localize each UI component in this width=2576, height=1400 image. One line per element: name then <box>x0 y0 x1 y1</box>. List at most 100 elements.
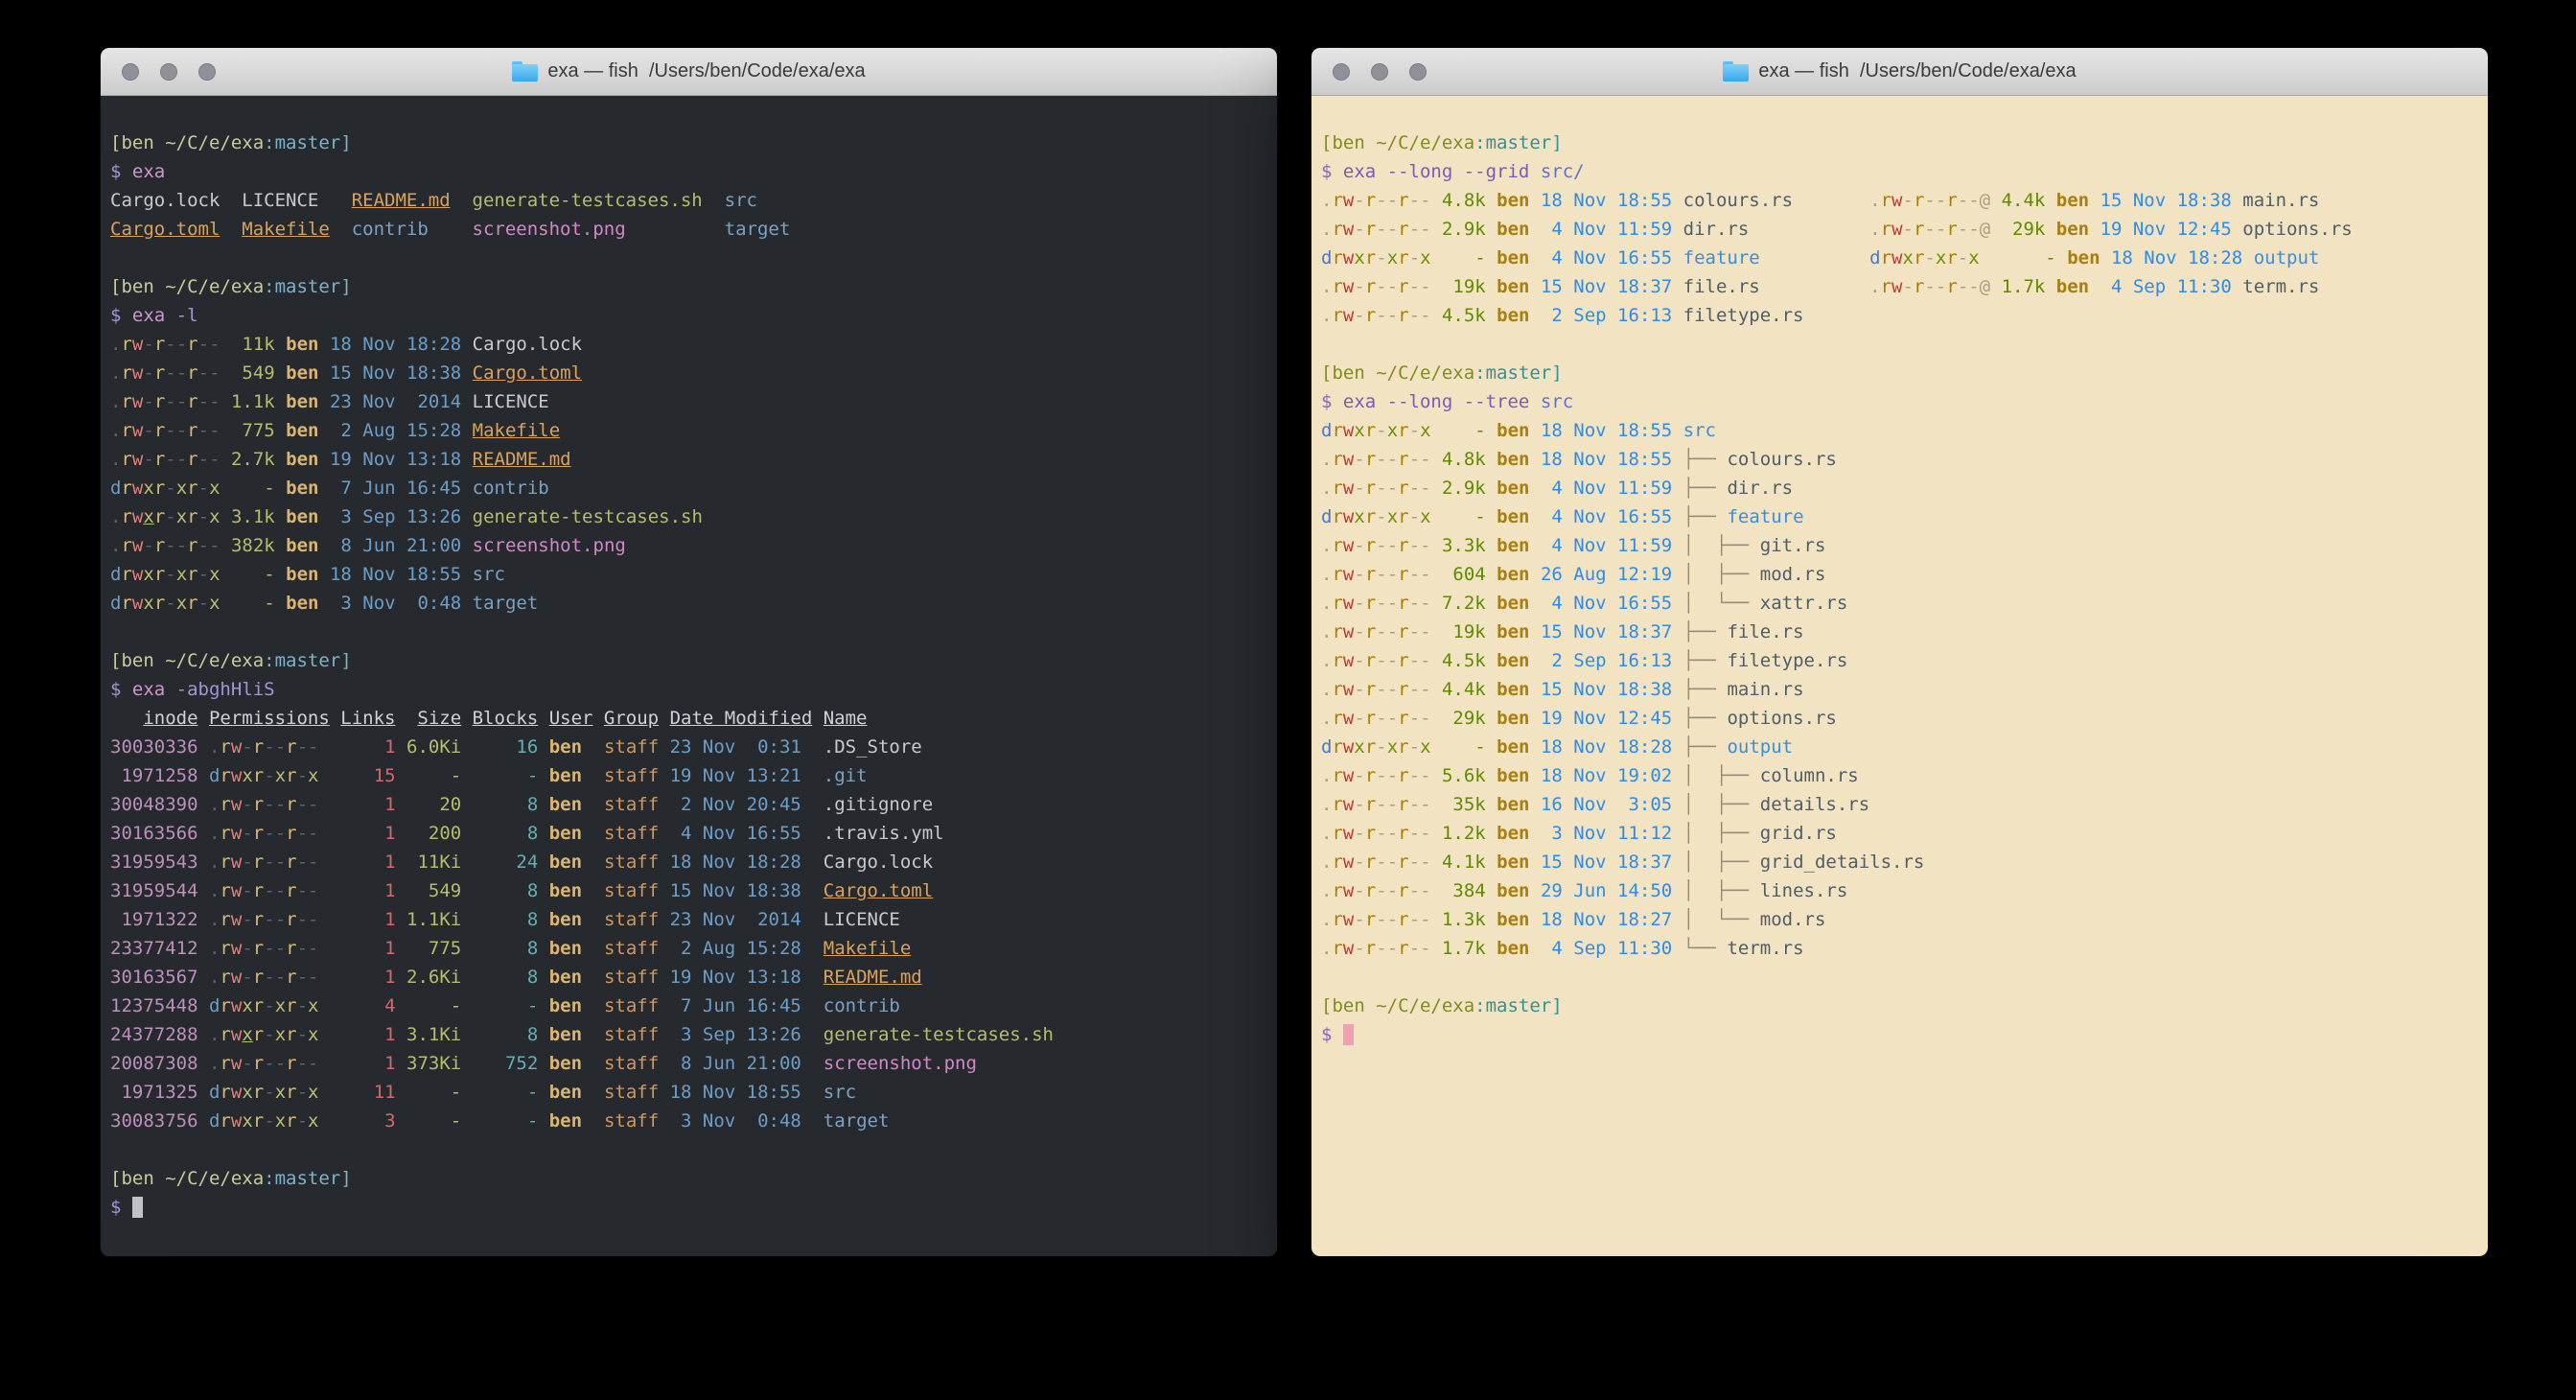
zoom-button[interactable] <box>1409 63 1427 81</box>
text-run: 4 Sep 11:30 <box>2089 276 2232 297</box>
text-run: filetype.rs <box>1727 650 1847 671</box>
text-run: src <box>1529 391 1573 412</box>
permission-char: - <box>198 391 209 412</box>
permission-char: r <box>220 1024 230 1045</box>
permission-char: - <box>198 535 209 556</box>
permission-char: w <box>1343 621 1354 642</box>
text-run: $ <box>1321 161 1343 182</box>
text-run <box>461 564 472 585</box>
permission-char: - <box>209 449 220 470</box>
terminal-line: .rw-r--r-- 1.1k ben 23 Nov 2014 LICENCE <box>110 387 1271 416</box>
permission-char: r <box>1332 190 1342 211</box>
window-controls <box>122 48 216 95</box>
permission-char: x <box>176 506 187 527</box>
text-run: LICENCE <box>242 190 318 211</box>
text-run: contrib <box>473 478 549 499</box>
text-run: file.rs <box>1727 621 1803 642</box>
permission-char: r <box>1398 794 1408 815</box>
terminal-line: Cargo.toml Makefile contrib screenshot.p… <box>110 215 1271 244</box>
permission-char: - <box>1958 276 1968 297</box>
permission-char: x <box>1387 736 1398 758</box>
permission-char: . <box>209 909 220 930</box>
terminal-line: .rw-r--r-- 604 ben 26 Aug 12:19 │ ├── mo… <box>1321 560 2482 589</box>
permission-char: x <box>1420 420 1430 441</box>
text-run: 7 Jun 16:45 <box>319 478 462 499</box>
text-run: ben <box>538 1053 582 1074</box>
permission-char: x <box>176 593 187 614</box>
text-run: 3.1k <box>220 506 275 527</box>
text-run: - <box>1980 247 2056 268</box>
permission-char: r <box>220 823 230 844</box>
minimize-button[interactable] <box>160 63 177 81</box>
text-run: screenshot.png <box>473 535 626 556</box>
permission-char: - <box>264 823 274 844</box>
text-run: 7 Jun 16:45 <box>659 995 801 1016</box>
permission-char: - <box>1420 794 1430 815</box>
terminal-screen-dark[interactable]: [ben ~/C/e/exa:master]$ exaCargo.lock LI… <box>101 96 1277 1256</box>
permission-char: - <box>264 765 274 786</box>
text-run <box>1672 478 1683 499</box>
terminal-line: .rwxr-xr-x 3.1k ben 3 Sep 13:26 generate… <box>110 502 1271 531</box>
permission-char: w <box>1343 679 1354 700</box>
text-run: --long --grid <box>1376 161 1529 182</box>
zoom-button[interactable] <box>198 63 216 81</box>
text-run <box>1749 219 1869 240</box>
permission-char: r <box>154 478 165 499</box>
permission-char: d <box>1321 247 1332 268</box>
text-run <box>2242 247 2253 268</box>
close-button[interactable] <box>1333 63 1350 81</box>
permission-char: - <box>165 420 175 441</box>
permission-char: . <box>1321 535 1332 556</box>
permission-char: - <box>198 449 209 470</box>
text-run: ben <box>1486 765 1530 786</box>
text-run: Permissions <box>209 708 330 729</box>
permission-char: - <box>1354 564 1364 585</box>
text-run: filetype.rs <box>1683 305 1804 326</box>
permission-char: r <box>1332 420 1342 441</box>
permission-char: r <box>1332 765 1342 786</box>
text-run: 16 <box>461 736 538 758</box>
permission-char: @ <box>1980 276 1990 297</box>
permission-char: - <box>198 593 209 614</box>
permission-char: - <box>297 794 308 815</box>
permission-char: r <box>220 938 230 959</box>
permission-char: . <box>1321 564 1332 585</box>
permission-char: r <box>1398 650 1408 671</box>
text-run <box>592 708 603 729</box>
text-run: ben <box>538 1082 582 1103</box>
permission-char: w <box>1343 535 1354 556</box>
text-run: exa <box>132 161 165 182</box>
permission-char: - <box>1409 852 1420 873</box>
text-run: colours.rs <box>1683 190 1793 211</box>
close-button[interactable] <box>122 63 139 81</box>
text-run <box>220 190 242 211</box>
permission-char: - <box>1409 478 1420 499</box>
terminal-screen-light[interactable]: [ben ~/C/e/exa:master]$ exa --long --gri… <box>1311 96 2488 1256</box>
text-run: 18 Nov 18:27 <box>1530 909 1673 930</box>
text-run: 19k <box>1431 276 1486 297</box>
terminal-line: [ben ~/C/e/exa:master] <box>110 646 1271 675</box>
text-run: $ <box>110 1197 132 1218</box>
text-run <box>538 708 548 729</box>
titlebar[interactable]: exa — fish /Users/ben/Code/exa/exa <box>101 48 1277 96</box>
terminal-line: 30030336 .rw-r--r-- 1 6.0Ki 16 ben staff… <box>110 733 1271 761</box>
permission-char: - <box>1958 247 1968 268</box>
permission-char: - <box>1420 823 1430 844</box>
text-run <box>1672 708 1683 729</box>
text-run: grid.rs <box>1760 823 1837 844</box>
permission-char: r <box>286 938 296 959</box>
text-run: :master] <box>264 132 352 153</box>
permission-char: - <box>264 1110 274 1132</box>
terminal-line: 31959543 .rw-r--r-- 1 11Ki 24 ben staff … <box>110 848 1271 876</box>
minimize-button[interactable] <box>1371 63 1388 81</box>
text-run: 775 <box>220 420 275 441</box>
text-run: exa <box>132 679 165 700</box>
text-run: ben <box>275 535 319 556</box>
text-run: - <box>396 995 462 1016</box>
text-run: 20087308 <box>110 1053 198 1074</box>
text-run: - <box>396 765 462 786</box>
permission-char: - <box>1924 190 1935 211</box>
text-run: ben <box>1486 535 1530 556</box>
titlebar[interactable]: exa — fish /Users/ben/Code/exa/exa <box>1311 48 2488 96</box>
permission-char: . <box>110 535 121 556</box>
